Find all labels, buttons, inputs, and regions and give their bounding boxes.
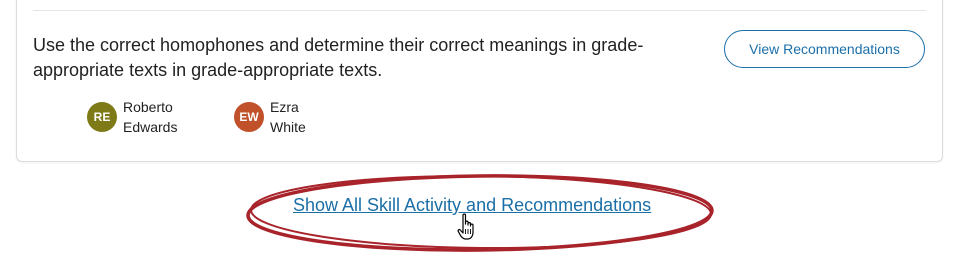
view-recommendations-button[interactable]: View Recommendations xyxy=(724,30,925,68)
student-ezra-white[interactable]: EW Ezra White xyxy=(234,97,340,137)
page: Use the correct homophones and determine… xyxy=(0,0,961,262)
student-name: Ezra White xyxy=(270,97,340,137)
student-first-name: Roberto xyxy=(123,99,173,115)
student-roberto-edwards[interactable]: RE Roberto Edwards xyxy=(87,97,193,137)
student-first-name: Ezra xyxy=(270,99,299,115)
card-divider xyxy=(33,10,926,11)
avatar: EW xyxy=(234,102,264,132)
avatar: RE xyxy=(87,102,117,132)
student-last-name: Edwards xyxy=(123,119,178,135)
skill-card: Use the correct homophones and determine… xyxy=(16,0,943,162)
student-last-name: White xyxy=(270,119,306,135)
skill-description: Use the correct homophones and determine… xyxy=(33,35,644,80)
show-all-skill-activity-link[interactable]: Show All Skill Activity and Recommendati… xyxy=(293,195,651,216)
student-name: Roberto Edwards xyxy=(123,97,193,137)
hand-pointer-icon xyxy=(457,213,474,240)
